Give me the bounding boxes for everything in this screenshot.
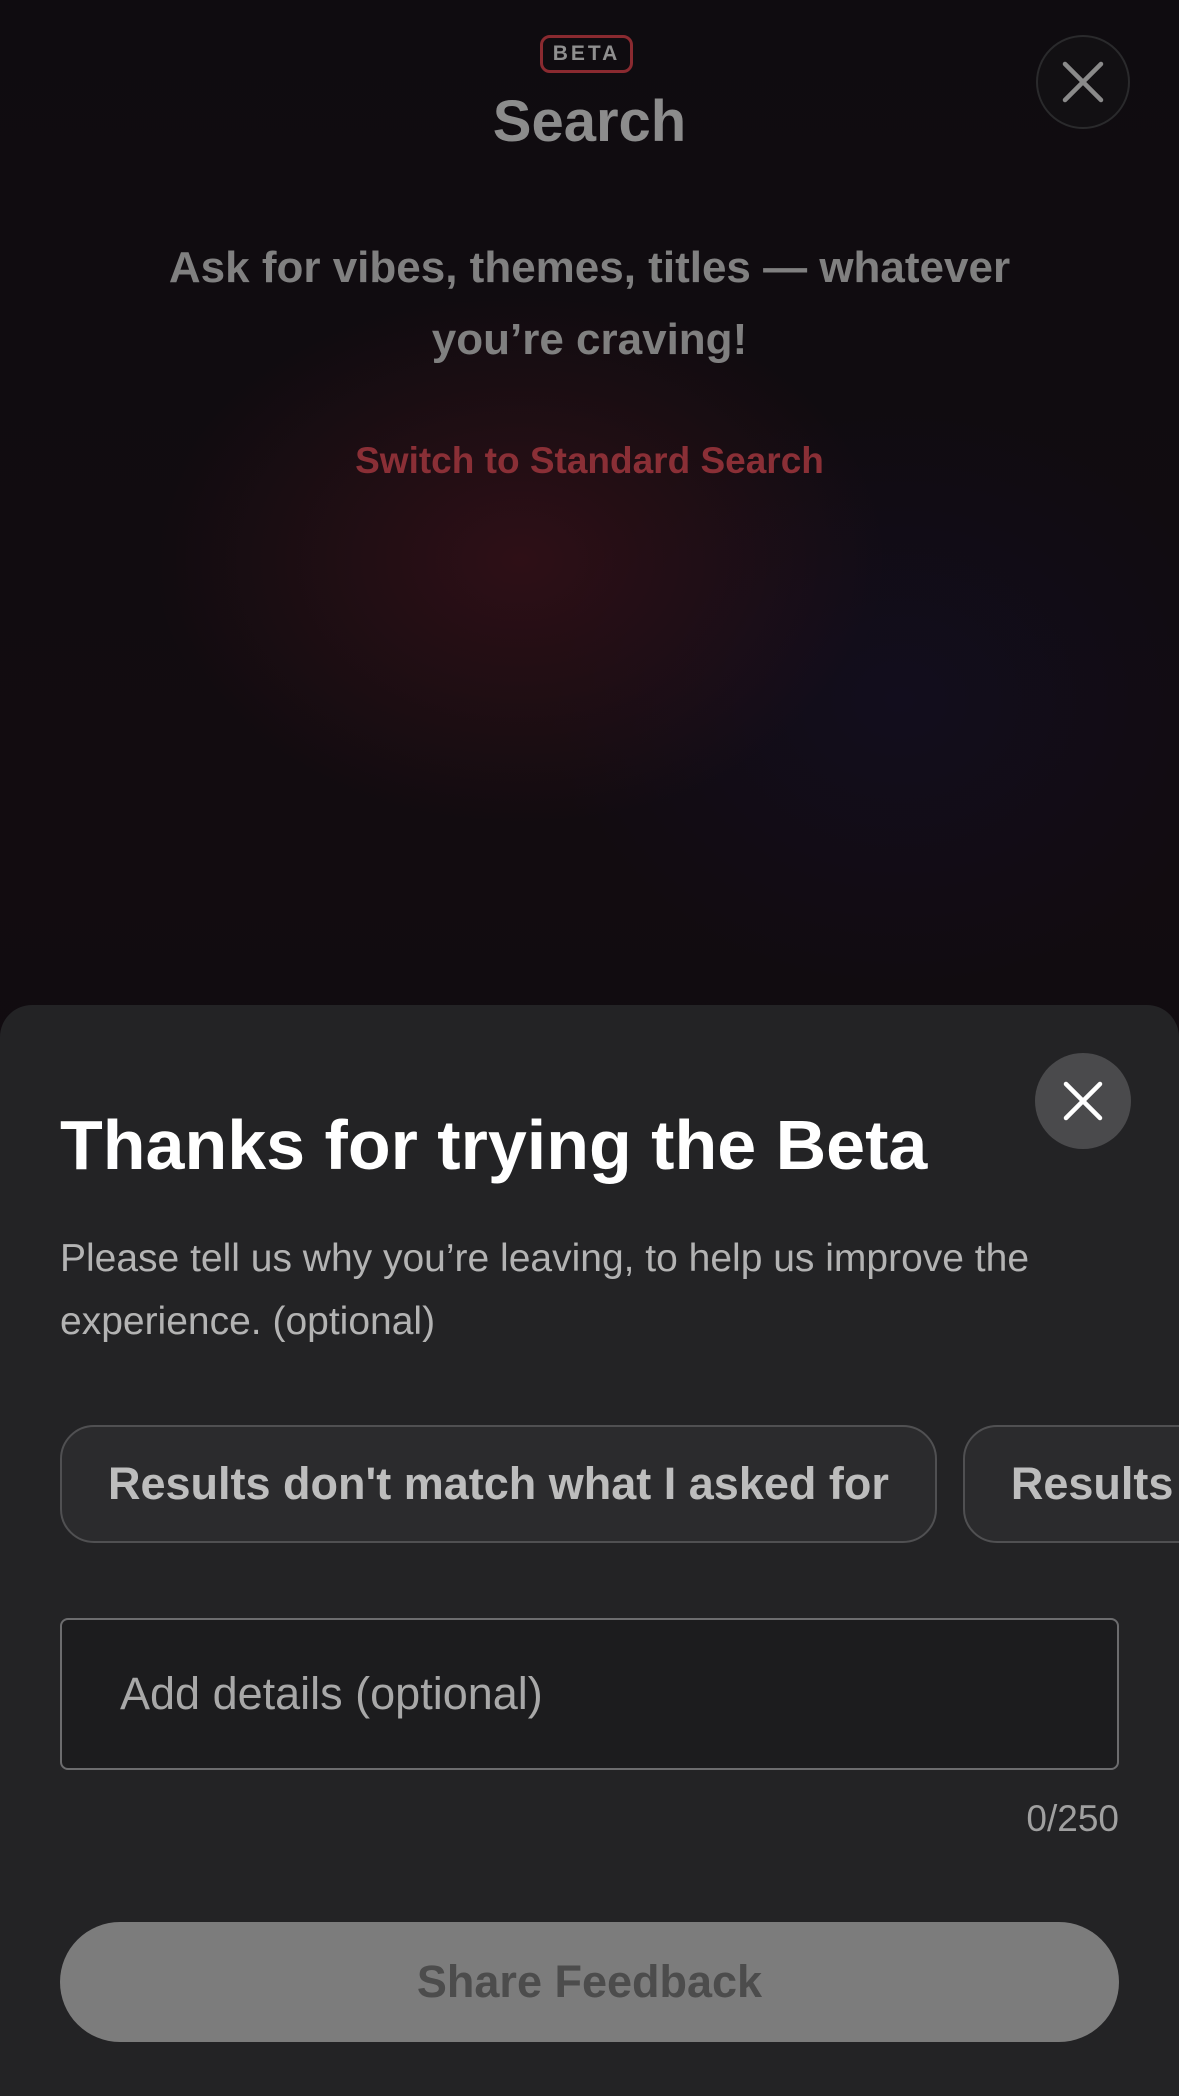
close-icon [1063, 1081, 1103, 1121]
character-counter: 0/250 [1026, 1798, 1119, 1839]
sheet-title: Thanks for trying the Beta [60, 1106, 928, 1184]
close-icon [1062, 61, 1104, 103]
search-subtitle: Ask for vibes, themes, titles — whatever… [168, 243, 1011, 364]
beta-badge: BETA [540, 35, 633, 73]
details-input[interactable] [60, 1618, 1119, 1770]
reason-chip[interactable]: Results don't match what I asked for [60, 1425, 937, 1543]
ai-search-screen: BETA Search Ask for vibes, themes, title… [0, 0, 1179, 2096]
feedback-reason-chips: Results don't match what I asked for Res… [60, 1425, 1179, 1543]
page-title: Search [492, 89, 687, 154]
feedback-bottom-sheet: Thanks for trying the Beta Please tell u… [0, 1005, 1179, 2096]
sheet-description: Please tell us why you’re leaving, to he… [60, 1237, 1030, 1343]
switch-to-standard-search-link[interactable]: Switch to Standard Search [0, 440, 1179, 482]
share-feedback-button[interactable]: Share Feedback [60, 1922, 1119, 2042]
reason-chip[interactable]: Results [962, 1425, 1179, 1543]
close-search-button[interactable] [1036, 35, 1130, 129]
close-sheet-button[interactable] [1035, 1053, 1131, 1149]
